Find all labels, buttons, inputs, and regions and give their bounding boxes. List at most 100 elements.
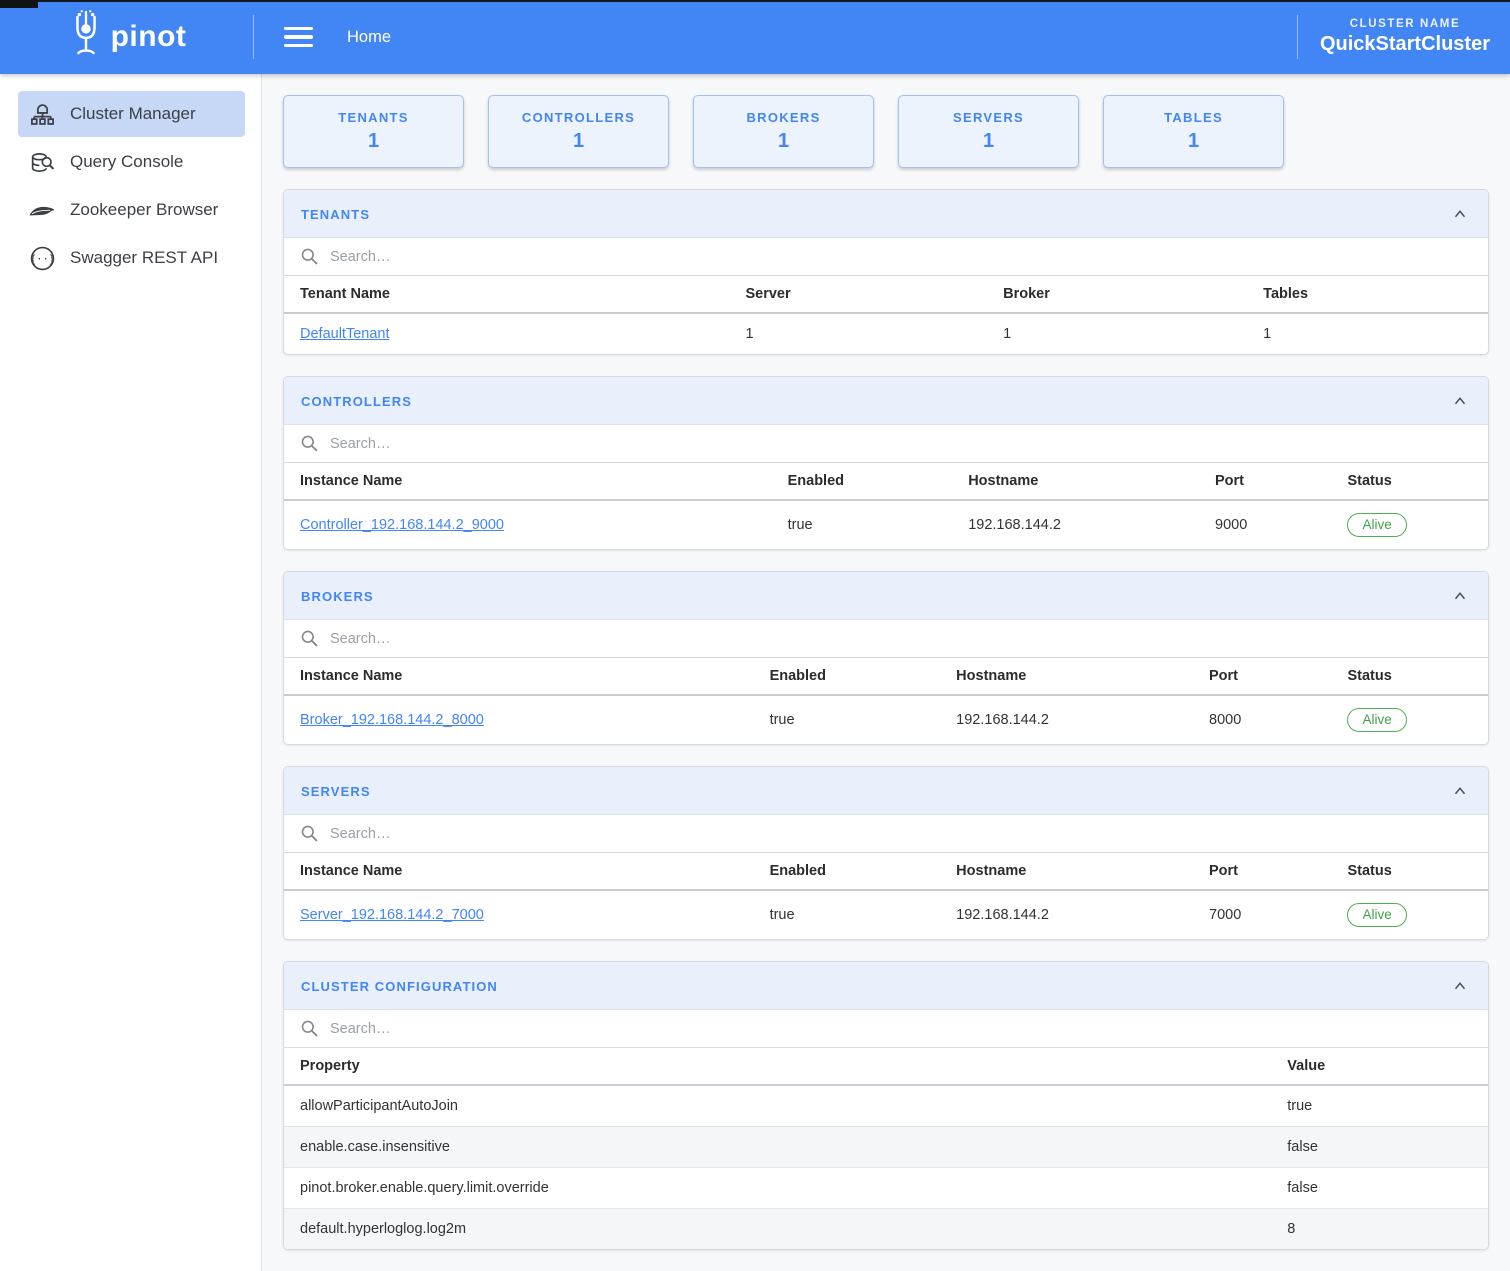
cluster-name-box: CLUSTER NAME QuickStartCluster — [1298, 18, 1510, 56]
cluster-config-search-input[interactable] — [330, 1021, 1472, 1037]
cell-hostname: 192.168.144.2 — [952, 500, 1199, 549]
summary-card-tenants[interactable]: TENANTS 1 — [283, 95, 464, 168]
cell-value: true — [1271, 1085, 1488, 1127]
cell-property: enable.case.insensitive — [284, 1127, 1271, 1168]
tenants-panel-header: TENANTS — [284, 190, 1488, 238]
col-property: Property — [284, 1048, 1271, 1085]
col-instance-name: Instance Name — [284, 853, 754, 890]
col-status: Status — [1331, 853, 1488, 890]
table-header-row: Property Value — [284, 1048, 1488, 1085]
brokers-search-row — [284, 620, 1488, 658]
summary-card-servers[interactable]: SERVERS 1 — [898, 95, 1079, 168]
tenants-search-row — [284, 238, 1488, 276]
sidebar-item-label: Swagger REST API — [70, 248, 218, 268]
card-label: CONTROLLERS — [522, 110, 635, 125]
sidebar-item-cluster-manager[interactable]: Cluster Manager — [18, 91, 245, 137]
collapse-button[interactable] — [1449, 205, 1471, 223]
logo-text: pinot — [111, 20, 187, 54]
col-broker: Broker — [987, 276, 1247, 313]
servers-search-input[interactable] — [330, 826, 1472, 842]
cluster-config-panel: CLUSTER CONFIGURATION Property Value all… — [283, 961, 1489, 1250]
panel-title: BROKERS — [301, 589, 374, 604]
pinot-wine-glass-icon — [67, 10, 105, 65]
cell-property: default.hyperloglog.log2m — [284, 1209, 1271, 1250]
summary-card-brokers[interactable]: BROKERS 1 — [693, 95, 874, 168]
cell-port: 7000 — [1193, 890, 1331, 939]
collapse-button[interactable] — [1449, 782, 1471, 800]
col-port: Port — [1193, 853, 1331, 890]
servers-table: Instance Name Enabled Hostname Port Stat… — [284, 853, 1488, 939]
col-value: Value — [1271, 1048, 1488, 1085]
cell-value: false — [1271, 1168, 1488, 1209]
sidebar-item-query-console[interactable]: Query Console — [18, 139, 245, 185]
nav-home-link[interactable]: Home — [347, 28, 391, 47]
table-row: DefaultTenant 1 1 1 — [284, 313, 1488, 354]
col-hostname: Hostname — [952, 463, 1199, 500]
cluster-config-panel-header: CLUSTER CONFIGURATION — [284, 962, 1488, 1010]
col-status: Status — [1331, 463, 1488, 500]
card-label: TENANTS — [338, 110, 409, 125]
col-port: Port — [1193, 658, 1331, 695]
panel-title: TENANTS — [301, 207, 370, 222]
sidebar-item-swagger-rest-api[interactable]: {··} Swagger REST API — [18, 235, 245, 281]
cell-enabled: true — [772, 500, 953, 549]
collapse-button[interactable] — [1449, 977, 1471, 995]
cell-hostname: 192.168.144.2 — [940, 695, 1193, 744]
table-header-row: Instance Name Enabled Hostname Port Stat… — [284, 658, 1488, 695]
card-label: BROKERS — [746, 110, 820, 125]
table-header-row: Instance Name Enabled Hostname Port Stat… — [284, 853, 1488, 890]
table-row: Broker_192.168.144.2_8000 true 192.168.1… — [284, 695, 1488, 744]
brokers-table: Instance Name Enabled Hostname Port Stat… — [284, 658, 1488, 744]
cell-property: pinot.broker.enable.query.limit.override — [284, 1168, 1271, 1209]
servers-panel: SERVERS Instance Name Enabled Hostname P… — [283, 766, 1489, 940]
main-content: TENANTS 1 CONTROLLERS 1 BROKERS 1 SERVER… — [262, 74, 1510, 1271]
cluster-manager-icon — [28, 100, 56, 128]
cell-broker: 1 — [987, 313, 1247, 354]
sidebar-item-label: Cluster Manager — [70, 104, 196, 124]
servers-search-row — [284, 815, 1488, 853]
panel-title: CONTROLLERS — [301, 394, 412, 409]
tenants-search-input[interactable] — [330, 249, 1472, 265]
instance-link[interactable]: Controller_192.168.144.2_9000 — [300, 517, 504, 533]
table-row: pinot.broker.enable.query.limit.override… — [284, 1168, 1488, 1209]
summary-card-tables[interactable]: TABLES 1 — [1103, 95, 1284, 168]
window-top-edge — [0, 0, 1510, 2]
menu-toggle-button[interactable] — [280, 23, 317, 52]
top-app-bar: pinot Home CLUSTER NAME QuickStartCluste… — [0, 0, 1510, 74]
svg-text:{··}: {··} — [30, 253, 55, 265]
cluster-name-value: QuickStartCluster — [1320, 33, 1490, 56]
header-divider-left — [253, 15, 254, 59]
instance-link[interactable]: Server_192.168.144.2_7000 — [300, 907, 484, 923]
controllers-search-input[interactable] — [330, 436, 1472, 452]
status-badge-alive: Alive — [1347, 513, 1406, 537]
cell-server: 1 — [729, 313, 987, 354]
brokers-search-input[interactable] — [330, 631, 1472, 647]
sidebar-item-zookeeper-browser[interactable]: Zookeeper Browser — [18, 187, 245, 233]
tenants-table: Tenant Name Server Broker Tables Default… — [284, 276, 1488, 354]
instance-link[interactable]: Broker_192.168.144.2_8000 — [300, 712, 484, 728]
table-row: Server_192.168.144.2_7000 true 192.168.1… — [284, 890, 1488, 939]
card-value: 1 — [573, 130, 584, 153]
card-value: 1 — [778, 130, 789, 153]
status-badge-alive: Alive — [1347, 903, 1406, 927]
brokers-panel: BROKERS Instance Name Enabled Hostname P… — [283, 571, 1489, 745]
table-row: allowParticipantAutoJoin true — [284, 1085, 1488, 1127]
card-value: 1 — [1188, 130, 1199, 153]
collapse-button[interactable] — [1449, 392, 1471, 410]
card-value: 1 — [368, 130, 379, 153]
card-label: TABLES — [1164, 110, 1223, 125]
tenant-link[interactable]: DefaultTenant — [300, 326, 389, 342]
window-corner-artifact — [0, 0, 38, 8]
controllers-panel-header: CONTROLLERS — [284, 377, 1488, 425]
cell-property: allowParticipantAutoJoin — [284, 1085, 1271, 1127]
col-tables: Tables — [1247, 276, 1488, 313]
panel-title: CLUSTER CONFIGURATION — [301, 979, 498, 994]
controllers-table: Instance Name Enabled Hostname Port Stat… — [284, 463, 1488, 549]
zookeeper-icon — [28, 196, 56, 224]
col-server: Server — [729, 276, 987, 313]
summary-card-controllers[interactable]: CONTROLLERS 1 — [488, 95, 669, 168]
tenants-panel: TENANTS Tenant Name Server Broker Tables — [283, 189, 1489, 355]
collapse-button[interactable] — [1449, 587, 1471, 605]
pinot-logo[interactable]: pinot — [0, 10, 253, 65]
table-row: enable.case.insensitive false — [284, 1127, 1488, 1168]
